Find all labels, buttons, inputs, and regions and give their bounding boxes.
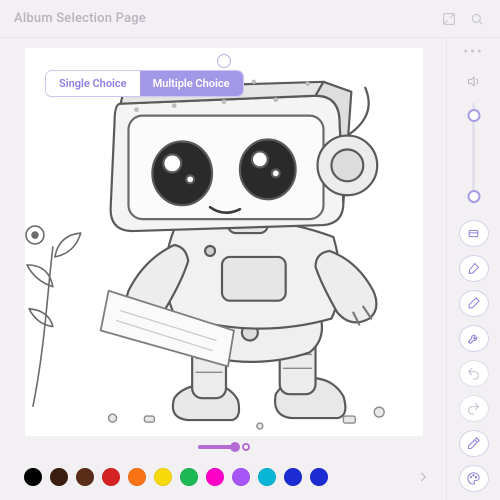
more-icon[interactable]: ••• <box>463 48 483 61</box>
rotate-handle[interactable] <box>217 54 231 68</box>
color-swatch-2[interactable] <box>76 468 94 486</box>
wrench-icon[interactable] <box>459 325 489 352</box>
body: Single Choice Multiple Choice <box>0 38 500 500</box>
color-swatch-3[interactable] <box>102 468 120 486</box>
robot-illustration <box>25 48 423 436</box>
undo-icon[interactable] <box>459 360 489 387</box>
brush-icon[interactable] <box>459 255 489 282</box>
page-title: Album Selection Page <box>14 11 430 26</box>
color-swatch-4[interactable] <box>128 468 146 486</box>
color-swatch-8[interactable] <box>232 468 250 486</box>
color-swatch-11[interactable] <box>310 468 328 486</box>
redo-icon[interactable] <box>459 395 489 422</box>
single-choice-button[interactable]: Single Choice <box>46 71 140 96</box>
choice-toggle: Single Choice Multiple Choice <box>45 70 244 97</box>
opacity-thumb-top[interactable] <box>467 109 480 122</box>
opacity-thumb-bottom[interactable] <box>467 190 480 203</box>
palette-next-icon[interactable] <box>412 466 434 488</box>
color-swatch-9[interactable] <box>258 468 276 486</box>
main-column: Single Choice Multiple Choice <box>0 38 446 500</box>
brush-size-slider[interactable] <box>6 434 442 460</box>
multiple-choice-button[interactable]: Multiple Choice <box>140 71 243 96</box>
color-palette <box>6 460 442 494</box>
brush-thumb[interactable] <box>230 442 240 452</box>
canvas-wrap: Single Choice Multiple Choice <box>6 48 442 430</box>
palette-icon[interactable] <box>459 465 489 492</box>
search-icon[interactable] <box>468 10 486 28</box>
color-swatch-6[interactable] <box>180 468 198 486</box>
opacity-slider[interactable] <box>464 103 484 203</box>
color-swatch-1[interactable] <box>50 468 68 486</box>
eraser-rect-icon[interactable] <box>459 220 489 247</box>
color-swatch-7[interactable] <box>206 468 224 486</box>
app-root: Album Selection Page Single Choice Multi… <box>0 0 500 500</box>
canvas[interactable]: Single Choice Multiple Choice <box>25 48 423 436</box>
header: Album Selection Page <box>0 0 500 38</box>
brush-track[interactable] <box>198 445 236 449</box>
color-swatch-10[interactable] <box>284 468 302 486</box>
color-swatch-5[interactable] <box>154 468 172 486</box>
speaker-icon[interactable] <box>459 69 489 96</box>
eraser-icon[interactable] <box>459 290 489 317</box>
brush-max-dot <box>242 443 250 451</box>
right-toolbar: ••• <box>446 38 500 500</box>
expand-icon[interactable] <box>440 10 458 28</box>
eyedropper-icon[interactable] <box>459 430 489 457</box>
color-swatch-0[interactable] <box>24 468 42 486</box>
